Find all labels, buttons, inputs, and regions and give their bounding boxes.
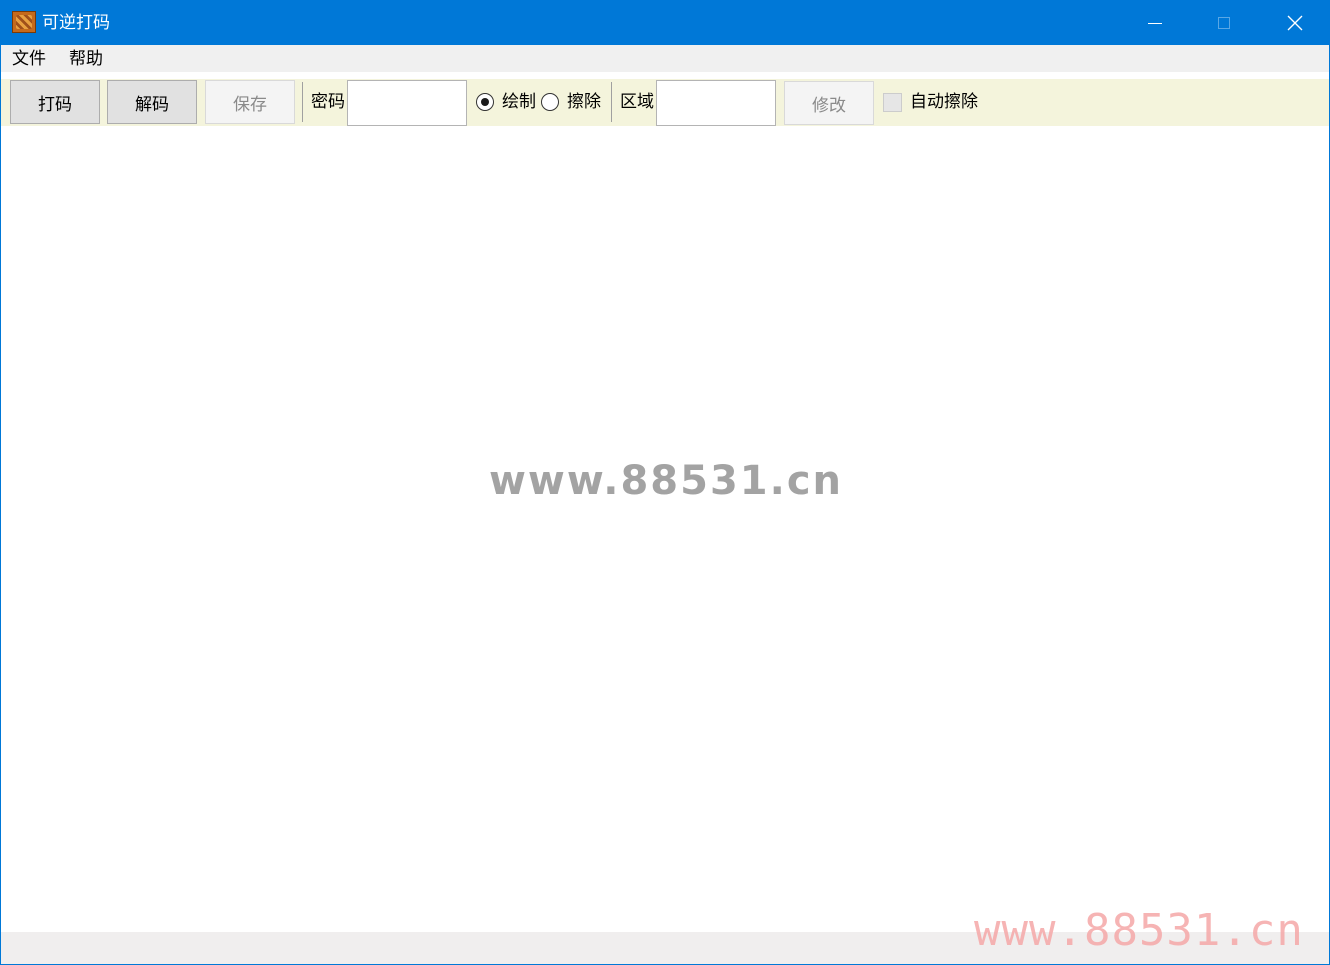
app-icon: [12, 11, 36, 33]
minimize-icon: [1148, 22, 1162, 24]
erase-radio[interactable]: [541, 93, 559, 111]
draw-label[interactable]: 绘制: [502, 91, 536, 113]
area-input[interactable]: [656, 80, 776, 126]
modify-button[interactable]: 修改: [784, 81, 874, 125]
title-bar[interactable]: 可逆打码: [1, 1, 1329, 45]
menu-help[interactable]: 帮助: [69, 48, 103, 70]
decode-button[interactable]: 解码: [107, 80, 197, 124]
image-canvas[interactable]: www.88531.cn: [1, 126, 1329, 932]
password-input[interactable]: [347, 80, 467, 126]
toolbar: 打码 解码 保存 密码 绘制 擦除 区域 修改 自动擦除: [1, 79, 1329, 126]
menu-bar: 文件 帮助: [1, 45, 1329, 72]
close-icon: [1287, 15, 1303, 31]
draw-radio[interactable]: [476, 93, 494, 111]
auto-erase-label[interactable]: 自动擦除: [910, 91, 978, 113]
corner-watermark: www.88531.cn: [974, 905, 1304, 956]
toolbar-separator: [302, 82, 303, 122]
toolbar-separator: [611, 82, 612, 122]
radio-selected-dot: [481, 98, 489, 106]
close-button[interactable]: [1272, 1, 1318, 45]
encode-button[interactable]: 打码: [10, 80, 100, 124]
erase-label[interactable]: 擦除: [567, 91, 601, 113]
auto-erase-checkbox[interactable]: [883, 93, 902, 112]
menu-file[interactable]: 文件: [12, 48, 46, 70]
minimize-button[interactable]: [1132, 1, 1178, 45]
area-label: 区域: [620, 92, 654, 112]
password-label: 密码: [311, 92, 345, 112]
app-window: 可逆打码 文件 帮助 打码 解码 保存 密码 绘制 擦除 区域 修改 自动擦除 …: [0, 0, 1330, 965]
center-watermark: www.88531.cn: [488, 458, 844, 504]
window-title: 可逆打码: [42, 13, 110, 33]
maximize-icon: [1218, 17, 1230, 29]
save-button[interactable]: 保存: [205, 80, 295, 124]
maximize-button: [1201, 1, 1247, 45]
